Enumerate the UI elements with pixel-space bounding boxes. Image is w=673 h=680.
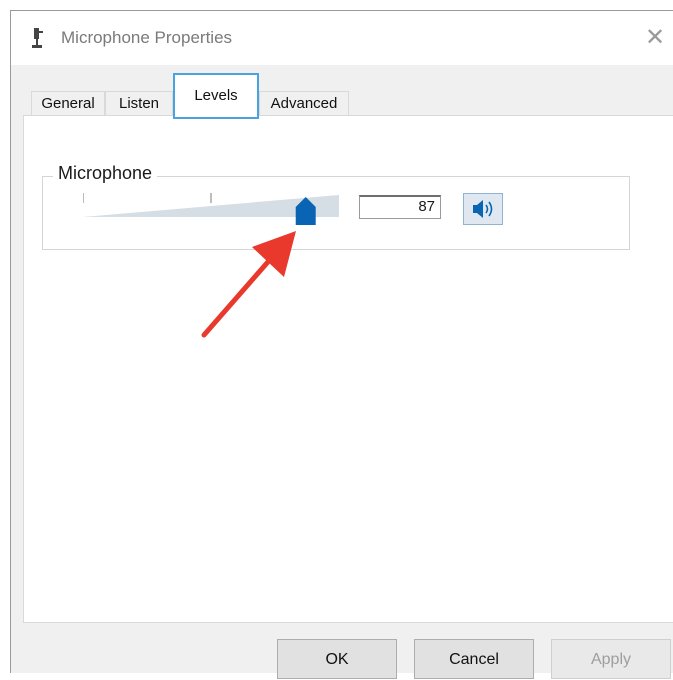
tab-listen[interactable]: Listen [105, 91, 173, 115]
cancel-button[interactable]: Cancel [414, 639, 534, 679]
microphone-level-slider[interactable] [83, 191, 339, 225]
properties-dialog: Microphone Properties ✕ General Listen L… [10, 10, 673, 679]
tab-advanced[interactable]: Advanced [259, 91, 349, 115]
title-bar: Microphone Properties ✕ [11, 11, 673, 65]
microphone-icon [32, 28, 43, 48]
level-value-field[interactable]: 87 [359, 195, 441, 219]
tab-general[interactable]: General [31, 91, 105, 115]
speaker-icon [473, 200, 493, 218]
ok-button[interactable]: OK [277, 639, 397, 679]
mute-button[interactable] [463, 193, 503, 225]
window-title: Microphone Properties [61, 28, 233, 47]
levels-panel: Microphone 87 [23, 115, 673, 623]
close-icon: ✕ [644, 23, 666, 51]
microphone-group: Microphone 87 [42, 163, 630, 250]
microphone-group-label: Microphone [53, 163, 158, 184]
apply-button[interactable]: Apply [551, 639, 671, 679]
annotation-arrow [201, 231, 296, 338]
tab-levels[interactable]: Levels [173, 73, 259, 119]
close-button[interactable]: ✕ [637, 19, 673, 55]
